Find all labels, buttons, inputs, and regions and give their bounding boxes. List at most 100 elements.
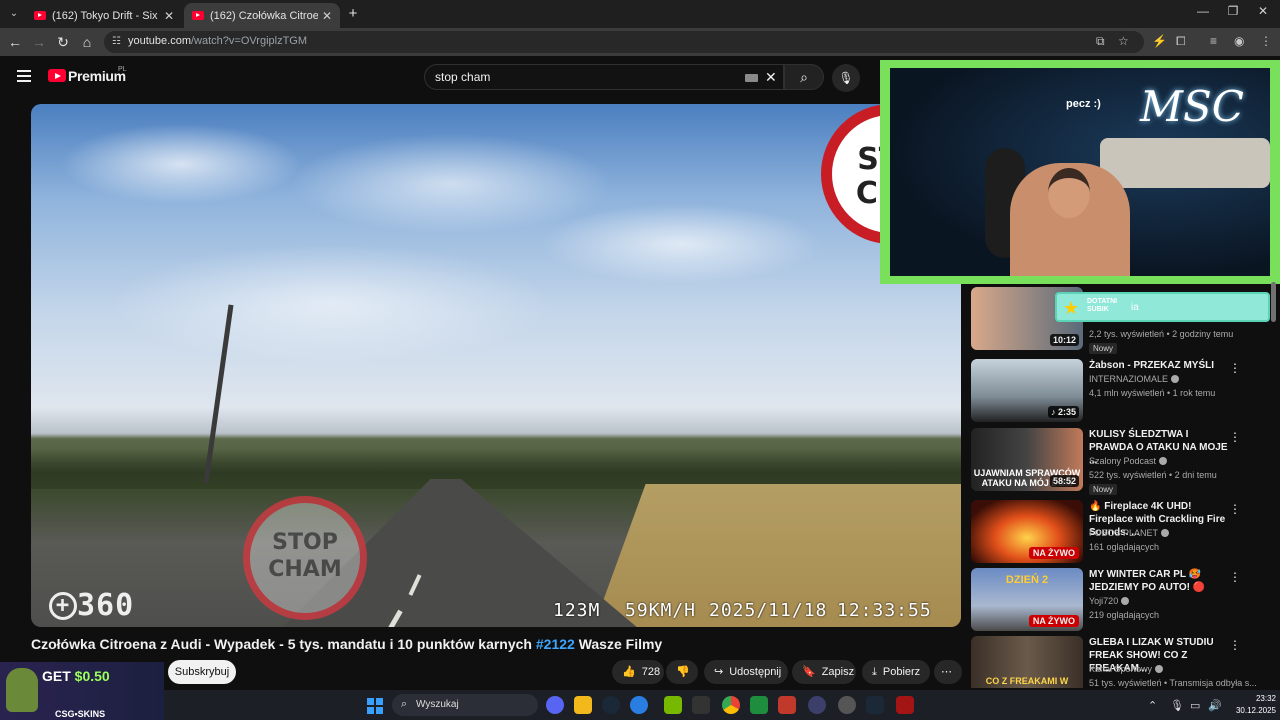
taskbar-search-text: Wyszukaj — [416, 699, 459, 710]
forward-icon[interactable]: → — [30, 33, 48, 51]
recommendation-item[interactable]: UJAWNIAM SPRAWCÓW ATAKU NA MÓJ DOM 58:52… — [971, 428, 1271, 495]
tab-close-icon[interactable]: ✕ — [322, 9, 332, 23]
sidebar-scrollbar[interactable] — [1271, 282, 1276, 322]
app-icon[interactable] — [778, 696, 796, 714]
profile-avatar-icon[interactable]: ◉ — [1234, 34, 1244, 48]
more-options-icon[interactable]: ⋮ — [1229, 430, 1241, 444]
microphone-icon: 🎙 — [838, 71, 854, 85]
share-icon: ↪ — [714, 666, 724, 678]
video-thumbnail[interactable]: DZIEŃ 2 NA ŻYWO — [971, 568, 1083, 631]
bookmark-star-icon[interactable]: ☆ — [1118, 34, 1129, 48]
app-icon[interactable] — [692, 696, 710, 714]
windows-start-icon[interactable] — [367, 698, 383, 714]
channel-name[interactable]: Yoji720 — [1089, 596, 1130, 606]
volume-icon[interactable]: 🔊 — [1208, 699, 1222, 712]
minimize-icon[interactable]: — — [1188, 4, 1218, 18]
country-code: PL — [118, 66, 127, 73]
reading-list-icon[interactable]: ≡ — [1210, 34, 1217, 48]
webcam-overlay: MSC pecz :) — [880, 60, 1280, 284]
video-meta: 51 tys. wyświetleń • Transmisja odbyła s… — [1089, 678, 1257, 688]
share-button[interactable]: ↪ Udostępnij — [704, 660, 788, 684]
recommendation-item[interactable]: DZIEŃ 2 NA ŻYWO MY WINTER CAR PL 🥵 JEDZI… — [971, 568, 1271, 632]
close-window-icon[interactable]: ✕ — [1248, 4, 1278, 18]
app-icon[interactable] — [896, 696, 914, 714]
ad-brand: CSG•SKINS — [55, 709, 106, 719]
app-icon[interactable] — [808, 696, 826, 714]
more-options-icon[interactable]: ⋮ — [1229, 361, 1241, 375]
like-button[interactable]: 👍 728 — [612, 660, 664, 684]
hashtag-link[interactable]: #2122 — [536, 636, 575, 652]
chrome-icon[interactable] — [722, 696, 740, 714]
video-thumbnail[interactable]: UJAWNIAM SPRAWCÓW ATAKU NA MÓJ DOM 58:52 — [971, 428, 1083, 491]
address-bar[interactable]: ☷ youtube.com/watch?v=OVrgiplzTGM ⧉ ☆ — [104, 31, 1144, 53]
video-meta: 4,1 mln wyświetleń • 1 rok temu — [1089, 388, 1216, 398]
extension-icon[interactable]: ⚡ — [1152, 34, 1167, 48]
tray-chevron-icon[interactable]: ⌃ — [1148, 699, 1157, 712]
video-player[interactable]: STO CHA STOP CHAM +360 123M 59KM/H 2025/… — [31, 104, 961, 627]
verified-icon — [1121, 597, 1130, 605]
download-button[interactable]: ⤓ Pobierz — [862, 660, 930, 684]
live-badge: NA ŻYWO — [1028, 547, 1079, 559]
save-button[interactable]: 🔖 Zapisz — [792, 660, 856, 684]
video-title[interactable]: MY WINTER CAR PL 🥵 JEDZIEMY PO AUTO! 🔴 — [1089, 568, 1229, 594]
verified-icon — [1155, 665, 1164, 673]
tab-title: (162) Tokyo Drift - Six Days (4K) — [52, 9, 160, 22]
reload-icon[interactable]: ↻ — [54, 33, 72, 51]
restore-icon[interactable]: ❐ — [1218, 4, 1248, 18]
microphone-icon[interactable]: 🎙 — [1170, 699, 1184, 712]
file-explorer-icon[interactable] — [574, 696, 592, 714]
video-thumbnail[interactable]: NA ŻYWO — [971, 500, 1083, 563]
extensions-puzzle-icon[interactable]: ⧠ — [1176, 34, 1186, 49]
verified-icon — [1159, 457, 1168, 465]
more-options-icon[interactable]: ⋮ — [1229, 570, 1241, 584]
new-tab-button[interactable]: + — [344, 5, 362, 23]
more-actions-button[interactable]: ⋯ — [934, 660, 962, 684]
steam-icon[interactable] — [602, 696, 620, 714]
cast-icon[interactable]: ⧉ — [1096, 34, 1105, 49]
channel-name[interactable]: Szalony Podcast — [1089, 456, 1168, 466]
title-suffix: Wasze Filmy — [574, 636, 663, 652]
more-options-icon[interactable]: ⋮ — [1229, 638, 1241, 652]
hamburger-menu-icon[interactable] — [17, 70, 31, 82]
tab-citroen-audi[interactable]: (162) Czołówka Citroena z Audi ✕ — [184, 3, 340, 28]
recommendation-item[interactable]: NA ŻYWO 🔥 Fireplace 4K UHD! Fireplace wi… — [971, 500, 1271, 564]
video-title[interactable]: Żabson - PRZEKAZ MYŚLI — [1089, 359, 1229, 372]
app-icon[interactable] — [630, 696, 648, 714]
channel-name[interactable]: FOBOS PLANET — [1089, 528, 1170, 538]
video-thumbnail[interactable]: CO Z FREAKAMI W — [971, 636, 1083, 688]
back-icon[interactable]: ← — [6, 33, 24, 51]
app-icon[interactable] — [838, 696, 856, 714]
recommendation-item[interactable]: ♪ 2:35 Żabson - PRZEKAZ MYŚLI INTERNAZIO… — [971, 359, 1271, 423]
subscribe-button[interactable]: Subskrybuj — [168, 660, 236, 684]
more-options-icon[interactable]: ⋮ — [1229, 502, 1241, 516]
search-button[interactable]: ⌕ — [784, 64, 824, 90]
tab-search-icon[interactable]: ⌄ — [6, 6, 22, 22]
dislike-button[interactable]: 👎 — [666, 660, 698, 684]
site-info-icon[interactable]: ☷ — [112, 36, 124, 48]
steam-icon[interactable] — [866, 696, 884, 714]
discord-icon[interactable] — [546, 696, 564, 714]
charts-app-icon[interactable] — [750, 696, 768, 714]
channel-name[interactable]: INTERNAZIOMALE — [1089, 374, 1180, 384]
recommendation-item[interactable]: CO Z FREAKAMI W GLEBA I LIZAK W STUDIU F… — [971, 636, 1271, 688]
clear-search-icon[interactable]: ✕ — [765, 69, 777, 86]
verified-icon — [1161, 529, 1170, 537]
channel-name[interactable]: Kanał Sportowy — [1089, 664, 1164, 674]
home-icon[interactable]: ⌂ — [78, 33, 96, 51]
voice-search-button[interactable]: 🎙 — [832, 64, 860, 92]
search-input[interactable]: stop cham ✕ — [424, 64, 784, 90]
video-thumbnail[interactable]: ♪ 2:35 — [971, 359, 1083, 422]
nvidia-icon[interactable] — [664, 696, 682, 714]
tab-close-icon[interactable]: ✕ — [164, 9, 174, 23]
donation-alert: ★ DOTATNI SUBIK ia — [1055, 292, 1270, 322]
taskbar-clock[interactable]: 23:32 30.12.2025 — [1228, 693, 1276, 717]
taskbar-search[interactable]: ⌕ Wyszukaj — [392, 694, 538, 716]
browser-menu-icon[interactable]: ⋮ — [1260, 34, 1272, 48]
live-badge: NA ŻYWO — [1028, 615, 1079, 627]
display-icon[interactable]: ▭ — [1190, 699, 1200, 712]
tab-tokyo-drift[interactable]: (162) Tokyo Drift - Six Days (4K) ✕ — [26, 3, 182, 28]
keyboard-icon[interactable] — [745, 74, 758, 82]
youtube-logo-icon[interactable] — [48, 69, 66, 82]
thumbs-up-icon: 👍 — [622, 666, 636, 678]
webcam-feed: MSC pecz :) — [890, 68, 1270, 276]
